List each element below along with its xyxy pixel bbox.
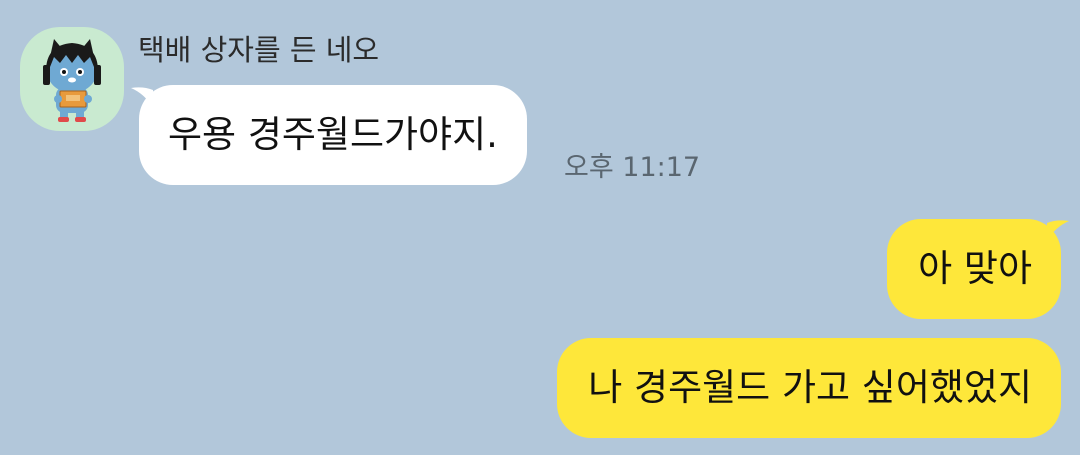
message-timestamp: 오후 11:17 <box>564 152 701 183</box>
neo-character-icon <box>43 39 101 122</box>
outgoing-message-bubble[interactable]: 나 경주월드 가고 싶어했었지 <box>557 338 1061 438</box>
sender-name: 택배 상자를 든 네오 <box>138 33 380 67</box>
sender-avatar[interactable] <box>20 27 124 131</box>
outgoing-message-bubble[interactable]: 아 맞아 <box>887 219 1061 319</box>
incoming-message-bubble[interactable]: 우용 경주월드가야지. <box>139 85 527 185</box>
